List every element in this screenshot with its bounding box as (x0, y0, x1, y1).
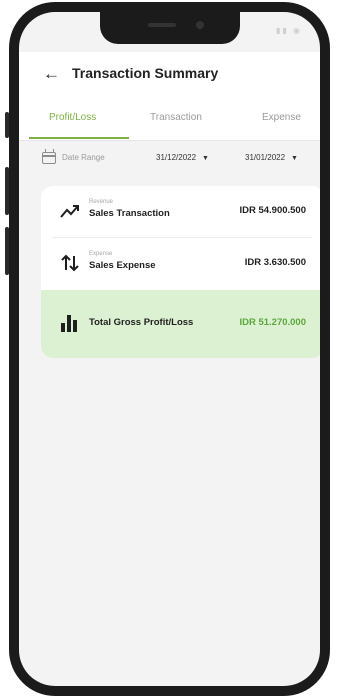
calendar-icon (42, 149, 56, 164)
bar-chart-icon (61, 314, 79, 332)
total-row[interactable]: Total Gross Profit/Loss IDR 51.270.000 (41, 290, 320, 358)
tab-profit-loss[interactable]: Profit/Loss (49, 112, 96, 123)
chevron-down-icon: ▼ (291, 155, 298, 162)
mute-switch (5, 112, 9, 138)
end-date-select[interactable]: 31/01/2022 ▼ (245, 153, 298, 162)
swap-vertical-icon (61, 254, 79, 272)
total-label: Total Gross Profit/Loss (89, 317, 194, 328)
tab-bar: Profit/Loss Transaction Expense (19, 100, 320, 141)
tab-transaction[interactable]: Transaction (150, 112, 202, 123)
end-date-value: 31/01/2022 (245, 153, 286, 162)
total-amount: IDR 51.270.000 (239, 317, 306, 328)
page-title: Transaction Summary (72, 65, 219, 81)
date-range-label: Date Range (62, 153, 105, 162)
expense-amount: IDR 3.630.500 (244, 257, 306, 268)
app-screen: ▮▮ ◉ ← Transaction Summary Profit/Loss T… (19, 12, 320, 686)
back-arrow-icon[interactable]: ← (43, 64, 60, 84)
summary-card: Revenue Sales Transaction IDR 54.900.500… (41, 186, 320, 358)
revenue-caption: Revenue (89, 199, 114, 205)
chevron-down-icon: ▼ (202, 155, 209, 162)
date-filter-bar: Date Range 31/12/2022 ▼ 31/01/2022 ▼ (19, 141, 320, 177)
active-tab-indicator (29, 137, 129, 139)
expense-row[interactable]: Expense Sales Expense IDR 3.630.500 (41, 238, 320, 288)
volume-down-button (5, 227, 9, 275)
phone-notch (100, 12, 240, 44)
app-header: ← Transaction Summary (19, 52, 320, 100)
tab-expense[interactable]: Expense (262, 112, 301, 123)
start-date-select[interactable]: 31/12/2022 ▼ (156, 153, 209, 162)
revenue-amount: IDR 54.900.500 (239, 205, 306, 216)
status-bar-icons: ▮▮ ◉ (275, 26, 302, 35)
trending-up-icon (60, 205, 79, 218)
revenue-label: Sales Transaction (89, 208, 170, 219)
expense-label: Sales Expense (89, 260, 156, 271)
revenue-row[interactable]: Revenue Sales Transaction IDR 54.900.500 (41, 186, 320, 236)
start-date-value: 31/12/2022 (156, 153, 197, 162)
expense-caption: Expense (89, 251, 113, 257)
volume-up-button (5, 167, 9, 215)
